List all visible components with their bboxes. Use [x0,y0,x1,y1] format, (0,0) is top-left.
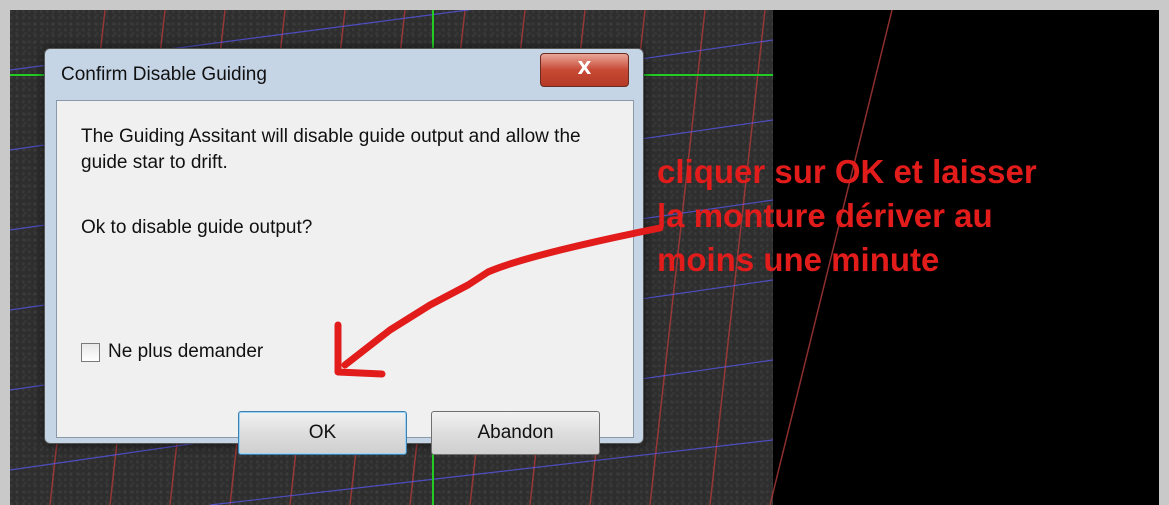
dialog-message: The Guiding Assitant will disable guide … [81,126,581,173]
annotation-text: cliquer sur OK et laisser la monture dér… [657,153,1037,278]
dont-ask-checkbox-row[interactable]: Ne plus demander [81,341,263,363]
dont-ask-label[interactable]: Ne plus demander [108,341,263,363]
screen-frame: Confirm Disable Guiding X The Guiding As… [0,0,1169,505]
ok-button[interactable]: OK [238,411,407,455]
confirm-dialog: Confirm Disable Guiding X The Guiding As… [44,48,644,455]
dont-ask-checkbox[interactable] [81,342,100,362]
dialog-title: Confirm Disable Guiding [61,64,267,85]
dialog-question: Ok to disable guide output? [81,217,313,238]
dialog-body: The Guiding Assitant will disable guide … [56,100,634,455]
close-button[interactable]: X [540,53,629,87]
abandon-button[interactable]: Abandon [431,411,600,455]
